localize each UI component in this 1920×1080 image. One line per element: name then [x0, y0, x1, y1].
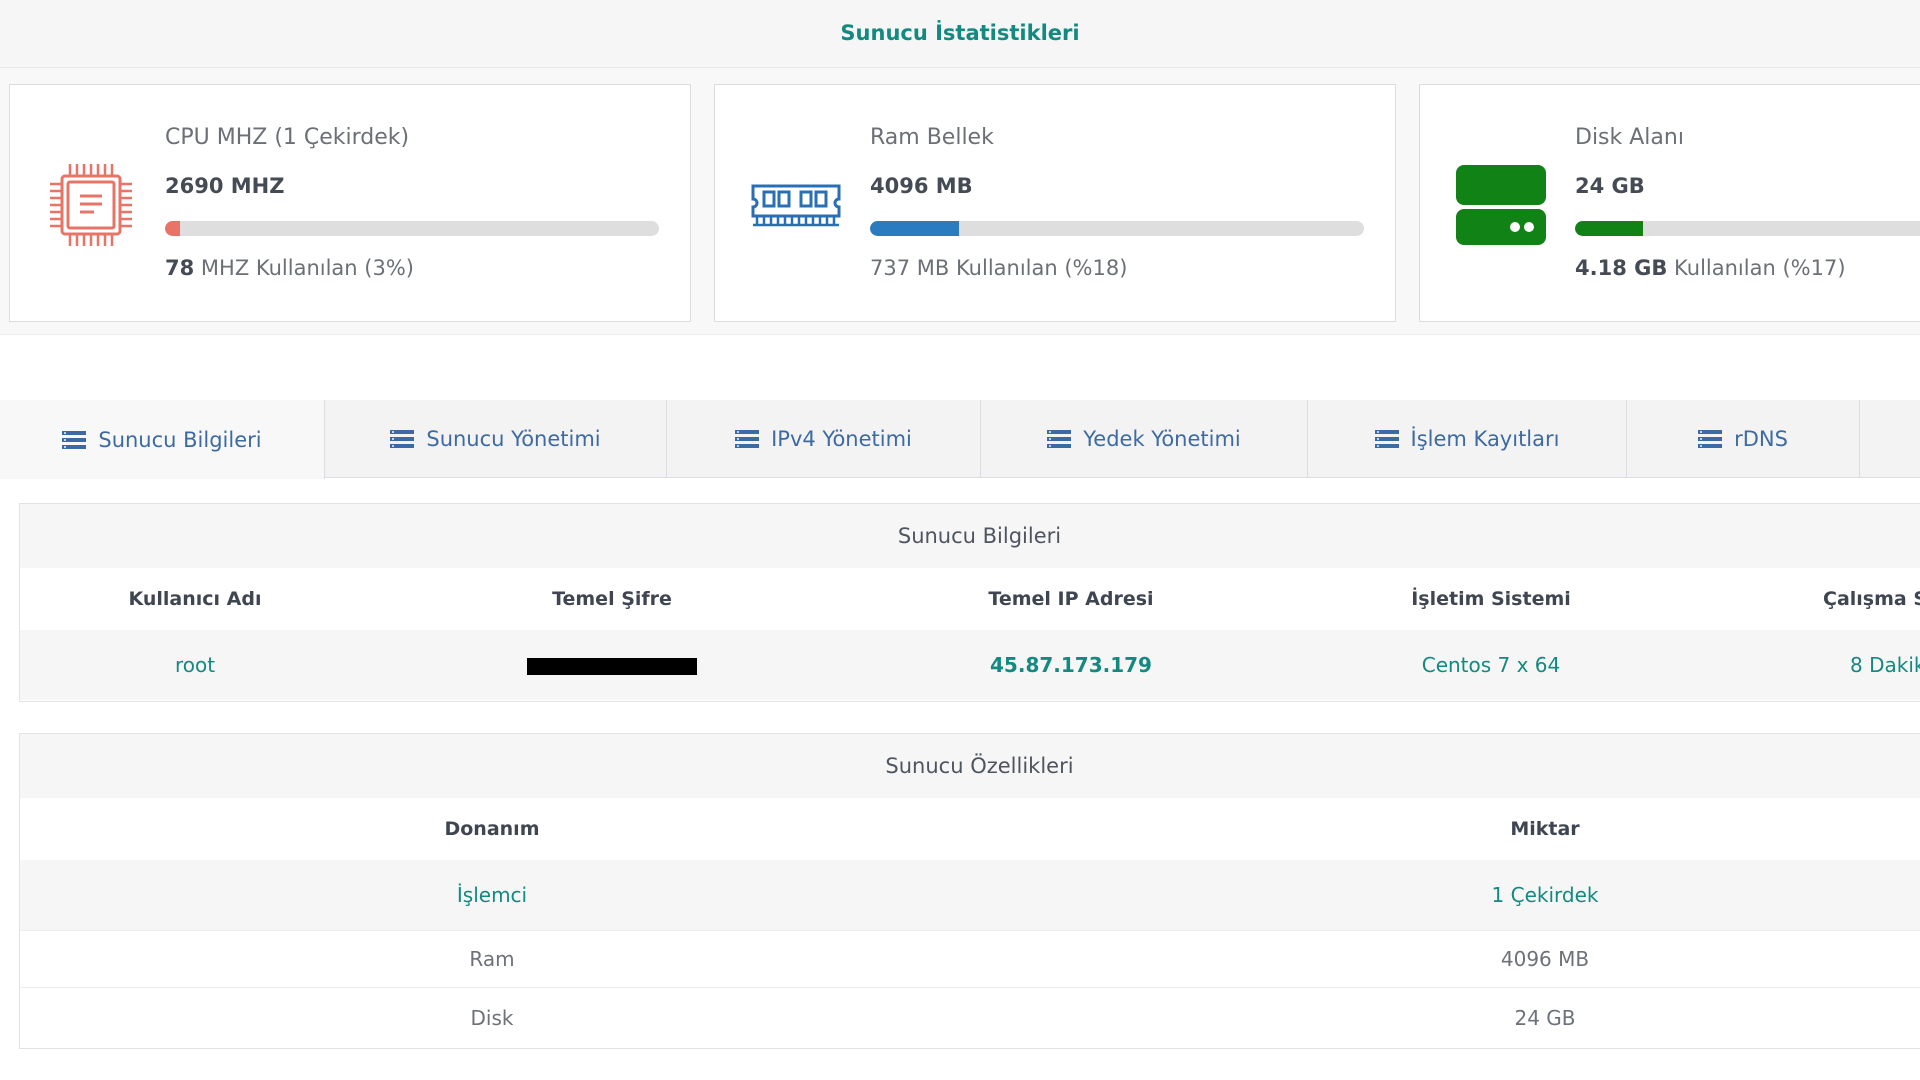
amount-cell: 1 Çekirdek	[1491, 883, 1599, 907]
disk-progress-fill	[1575, 221, 1643, 236]
tab-server-info[interactable]: Sunucu Bilgileri	[0, 400, 325, 479]
page-title: Sunucu İstatistikleri	[840, 20, 1080, 45]
column-header: Çalışma Sü	[1823, 588, 1920, 610]
cpu-used-value: 78	[165, 256, 195, 280]
tab-ipv4-management[interactable]: IPv4 Yönetimi	[667, 400, 981, 478]
stats-header: Sunucu İstatistikleri	[0, 0, 1920, 68]
stats-panel: CPU MHZ (1 Çekirdek) 2690 MHZ 78 MHZ Kul…	[0, 68, 1920, 335]
amount-cell: 4096 MB	[1500, 947, 1590, 971]
server-list-icon	[735, 430, 760, 448]
hardware-cell: Disk	[470, 1005, 514, 1030]
server-list-icon	[62, 430, 87, 449]
disk-label: Disk Alanı	[1575, 125, 1684, 150]
server-list-icon	[1374, 430, 1399, 448]
column-header: İşletim Sistemi	[1411, 588, 1571, 610]
cpu-card: CPU MHZ (1 Çekirdek) 2690 MHZ 78 MHZ Kul…	[9, 84, 691, 322]
username-value[interactable]: root	[20, 630, 370, 700]
table-row: Ram 4096 MB	[20, 930, 1920, 987]
disk-card: Disk Alanı 24 GB 4.18 GB Kullanılan (%17…	[1419, 84, 1920, 322]
column-header: Kullanıcı Adı	[128, 588, 262, 610]
cpu-label: CPU MHZ (1 Çekirdek)	[165, 125, 410, 150]
ram-usage-text: 737 MB Kullanılan (%18)	[870, 256, 1127, 280]
amount-cell: 24 GB	[1514, 1005, 1576, 1030]
hardware-cell: Ram	[469, 947, 515, 971]
ram-label: Ram Bellek	[870, 125, 994, 150]
ip-address-value[interactable]: 45.87.173.179	[854, 630, 1288, 700]
tab-server-management[interactable]: Sunucu Yönetimi	[325, 400, 667, 478]
hardware-cell: İşlemci	[456, 883, 528, 907]
tab-bar: Sunucu Bilgileri Sunucu Yönetimi IPv4 Yö…	[0, 400, 1920, 479]
server-specs-panel: Sunucu Özellikleri Donanım Miktar İşlemc…	[19, 733, 1920, 1049]
ram-progress-fill	[870, 221, 959, 236]
password-redaction	[527, 657, 697, 675]
cpu-progress-bar	[165, 221, 659, 236]
server-info-panel: Sunucu Bilgileri Kullanıcı Adı Temel Şif…	[19, 503, 1920, 702]
disk-progress-bar	[1575, 221, 1920, 236]
disk-value: 24 GB	[1575, 174, 1645, 198]
disk-used-value: 4.18 GB	[1575, 256, 1668, 280]
cpu-value: 2690 MHZ	[165, 174, 285, 198]
ram-progress-bar	[870, 221, 1364, 236]
tab-label: Sunucu Bilgileri	[98, 427, 262, 452]
ram-value: 4096 MB	[870, 174, 973, 198]
ram-card: Ram Bellek 4096 MB 737 MB Kullanılan (%1…	[714, 84, 1396, 322]
os-value[interactable]: Centos 7 x 64	[1288, 630, 1694, 700]
cpu-chip-icon	[43, 157, 139, 253]
table-row: root 45.87.173.179 Centos 7 x 64 8 Dakik	[20, 630, 1920, 700]
tab-label: Sunucu Yönetimi	[426, 427, 601, 451]
tab-backup-management[interactable]: Yedek Yönetimi	[981, 400, 1308, 478]
hard-drive-icon	[1453, 157, 1549, 253]
table-row: İşlemci 1 Çekirdek	[20, 860, 1920, 930]
cpu-used-rest: MHZ Kullanılan (3%)	[194, 256, 414, 280]
ram-module-icon	[748, 157, 844, 253]
tab-operation-logs[interactable]: İşlem Kayıtları	[1308, 400, 1627, 478]
server-list-icon	[1698, 430, 1723, 448]
table-header-row: Donanım Miktar	[20, 798, 1920, 860]
column-header: Donanım	[444, 818, 540, 840]
tab-label: rDNS	[1734, 427, 1788, 451]
ram-used-rest: 737 MB Kullanılan (%18)	[870, 256, 1128, 280]
server-list-icon	[390, 430, 415, 448]
tab-label: IPv4 Yönetimi	[771, 427, 912, 451]
table-header-row: Kullanıcı Adı Temel Şifre Temel IP Adres…	[20, 568, 1920, 630]
column-header: Miktar	[1510, 818, 1580, 840]
tab-label: Yedek Yönetimi	[1083, 427, 1241, 451]
uptime-value: 8 Dakik	[1850, 653, 1920, 677]
server-list-icon	[1047, 430, 1072, 448]
password-value[interactable]	[370, 630, 854, 700]
disk-used-rest: Kullanılan (%17)	[1667, 256, 1846, 280]
column-header: Temel IP Adresi	[988, 588, 1154, 610]
cpu-progress-fill	[165, 221, 180, 236]
tab-label: İşlem Kayıtları	[1410, 427, 1560, 451]
column-header: Temel Şifre	[552, 588, 672, 610]
server-specs-title: Sunucu Özellikleri	[20, 734, 1920, 798]
tab-rdns[interactable]: rDNS	[1627, 400, 1860, 478]
server-info-title: Sunucu Bilgileri	[20, 504, 1920, 568]
table-row: Disk 24 GB	[20, 987, 1920, 1047]
cpu-usage-text: 78 MHZ Kullanılan (3%)	[165, 256, 414, 280]
disk-usage-text: 4.18 GB Kullanılan (%17)	[1575, 256, 1846, 280]
